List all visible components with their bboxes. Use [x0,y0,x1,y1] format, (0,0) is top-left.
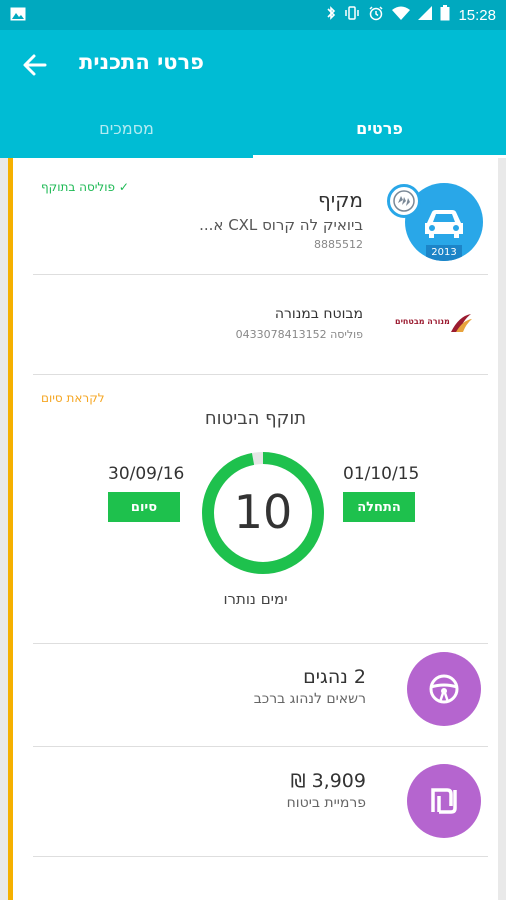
vehicle-year: 2013 [426,245,462,261]
page-title: פרטי התכנית [79,50,204,74]
buick-logo-icon [387,184,421,218]
tab-documents[interactable]: מסמכים [0,98,253,158]
days-remaining-ring: 10 [200,450,326,576]
battery-icon [440,5,450,25]
policy-status-badge: ✓ פוליסה בתוקף [41,180,129,194]
tab-bar: פרטים מסמכים [0,98,506,158]
policy-number: פוליסה 0433078413152 [235,328,363,341]
vehicle-model: ביואיק לה קרוס CXL א... [199,216,363,234]
steering-wheel-icon [407,652,481,726]
divider [33,374,488,375]
image-icon [10,6,26,25]
signal-icon [418,6,433,24]
days-left-label: ימים נותרו [223,590,288,608]
vehicle-number: 8885512 [314,238,363,251]
divider [33,856,488,857]
insurer-name: מבוטח במנורה [274,306,363,322]
start-badge: התחלה [343,492,415,522]
app-bar: פרטי התכנית [0,30,506,98]
end-badge: סיום [108,492,180,522]
policy-status-text: פוליסה בתוקף [41,180,115,194]
arrow-left-icon [23,54,47,76]
alarm-icon [368,5,384,25]
status-bar: 15:28 [0,0,506,30]
drivers-count: 2 נהגים [303,666,366,688]
vibrate-icon [344,5,360,25]
clock-text: 15:28 [458,6,496,24]
divider [33,746,488,747]
end-date: 30/09/16 [108,464,185,484]
premium-label: פרמיית ביטוח [286,795,366,811]
validity-title: תוקף הביטוח [204,408,307,429]
menora-logo-icon: מנורה מבטחים [393,310,473,340]
check-icon: ✓ [118,180,129,194]
bluetooth-icon [326,5,336,25]
policy-card: 2013 מקיף ביואיק לה קרוס CXL א... 888551… [8,158,498,900]
tab-details[interactable]: פרטים [253,98,506,158]
ending-soon-label: לקראת סיום [41,391,105,405]
drivers-subtitle: רשאים לנהוג ברכב [253,691,366,707]
divider [33,274,488,275]
divider [33,643,488,644]
back-button[interactable] [20,50,50,80]
policy-type: מקיף [317,188,363,212]
premium-amount: ₪ 3,909 [290,770,366,792]
start-date: 01/10/15 [343,464,420,484]
wifi-icon [392,6,411,24]
menora-logo-text: מנורה מבטחים [395,317,450,326]
days-remaining-number: 10 [234,485,293,539]
shekel-icon [407,764,481,838]
